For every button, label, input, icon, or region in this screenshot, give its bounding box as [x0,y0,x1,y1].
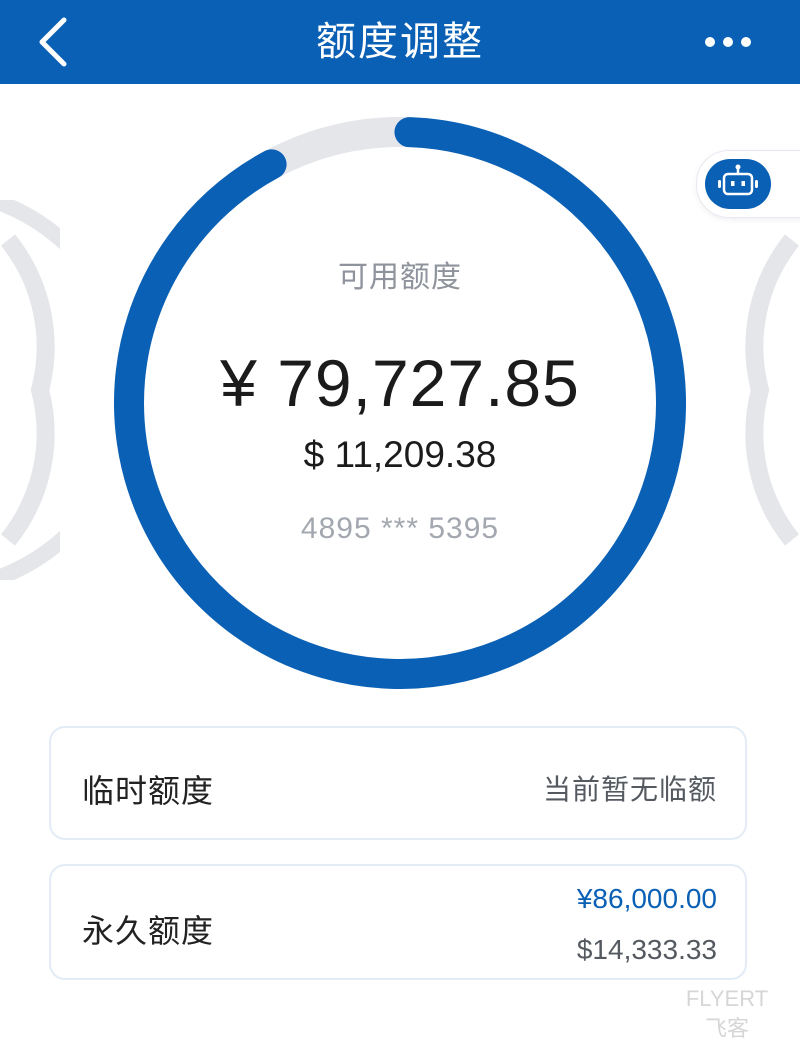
permanent-limit-label: 永久额度 [82,913,215,949]
more-horizontal-icon [705,37,751,47]
masked-card-number: 4895 *** 5395 [300,512,500,545]
watermark: FLYERT 飞客 [662,984,792,1044]
temporary-limit-value: 当前暂无临额 [542,774,717,805]
page-title: 额度调整 [316,20,484,64]
available-credit-usd: $ 11,209.38 [303,434,497,475]
robot-icon [718,164,758,196]
more-button[interactable] [698,26,758,58]
available-credit-cny: ¥ 79,727.85 [220,346,580,420]
assistant-button[interactable] [696,150,800,218]
permanent-limit-usd: $14,333.33 [576,934,717,965]
temporary-limit-card[interactable]: 临时额度 当前暂无临额 [49,726,747,840]
permanent-limit-card[interactable]: 永久额度 ¥86,000.00 $14,333.33 [49,864,747,980]
header-bar: 额度调整 [0,0,800,84]
available-credit-label: 可用额度 [338,261,462,294]
permanent-limit-cny: ¥86,000.00 [576,883,717,914]
watermark-line2: 飞客 [704,1016,749,1041]
temporary-limit-label: 临时额度 [82,773,215,809]
watermark-line1: FLYERT [685,986,769,1011]
